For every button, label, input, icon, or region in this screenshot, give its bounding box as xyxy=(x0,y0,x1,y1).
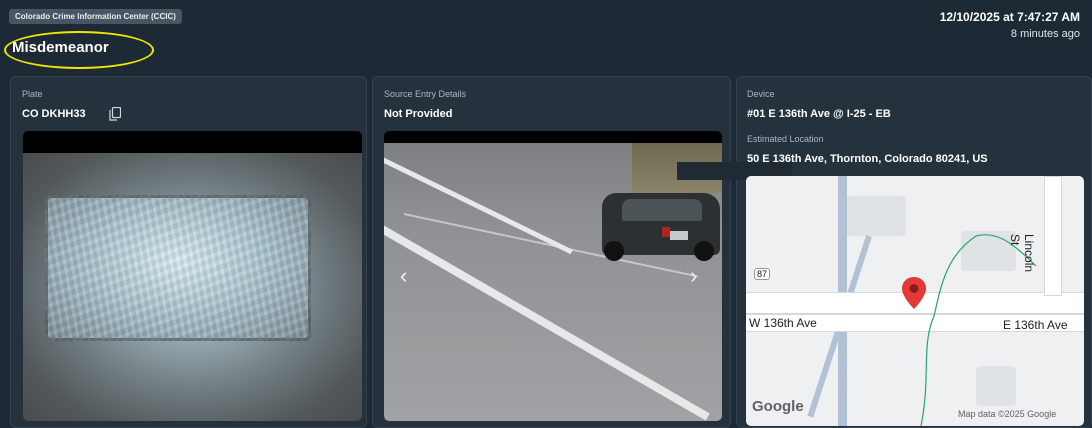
source-card: Source Entry Details Not Provided ‹ › xyxy=(372,76,731,428)
location-map[interactable]: 87 W 136th Ave E 136th Ave Lincoln St Go… xyxy=(746,176,1084,426)
plate-glare xyxy=(45,195,311,341)
vehicle xyxy=(602,193,720,261)
plate-label: Plate xyxy=(22,89,43,99)
vehicle-wheel xyxy=(694,241,714,261)
timestamp: 12/10/2025 at 7:47:27 AM xyxy=(939,10,1080,24)
road-photo: ‹ › xyxy=(384,143,722,421)
map-attribution[interactable]: Map data ©2025 Google xyxy=(958,409,1056,419)
map-street-north: Lincoln St xyxy=(1008,234,1036,273)
source-label: Source Entry Details xyxy=(384,89,467,99)
prev-image-arrow[interactable]: ‹ xyxy=(400,263,407,289)
location-pin-icon[interactable] xyxy=(901,276,927,310)
vehicle-wheel xyxy=(604,241,624,261)
map-street-east: E 136th Ave xyxy=(1003,318,1068,332)
plate-image[interactable] xyxy=(23,131,362,421)
copy-icon[interactable] xyxy=(109,106,122,121)
device-value: #01 E 136th Ave @ I-25 - EB xyxy=(747,108,891,120)
plate-value: CO DKHH33 xyxy=(22,108,86,120)
vehicle-window xyxy=(622,199,702,221)
lane-stripe xyxy=(384,153,573,255)
location-label: Estimated Location xyxy=(747,134,824,144)
highlight-annotation xyxy=(4,31,154,69)
map-street-west: W 136th Ave xyxy=(749,316,817,330)
next-image-arrow[interactable]: › xyxy=(690,263,697,289)
map-route-shield: 87 xyxy=(754,268,771,280)
timestamp-block: 12/10/2025 at 7:47:27 AM 8 minutes ago xyxy=(940,10,1080,40)
plate-photo xyxy=(23,153,362,421)
source-value: Not Provided xyxy=(384,108,453,120)
vehicle-taillight xyxy=(662,227,670,237)
plate-card: Plate CO DKHH33 xyxy=(10,76,367,428)
relative-time: 8 minutes ago xyxy=(1010,28,1080,40)
vehicle-plate xyxy=(670,231,688,240)
camera-image[interactable]: ‹ › xyxy=(384,131,722,421)
source-badge: Colorado Crime Information Center (CCIC) xyxy=(9,9,182,24)
google-logo: Google xyxy=(752,398,804,415)
device-label: Device xyxy=(747,89,775,99)
